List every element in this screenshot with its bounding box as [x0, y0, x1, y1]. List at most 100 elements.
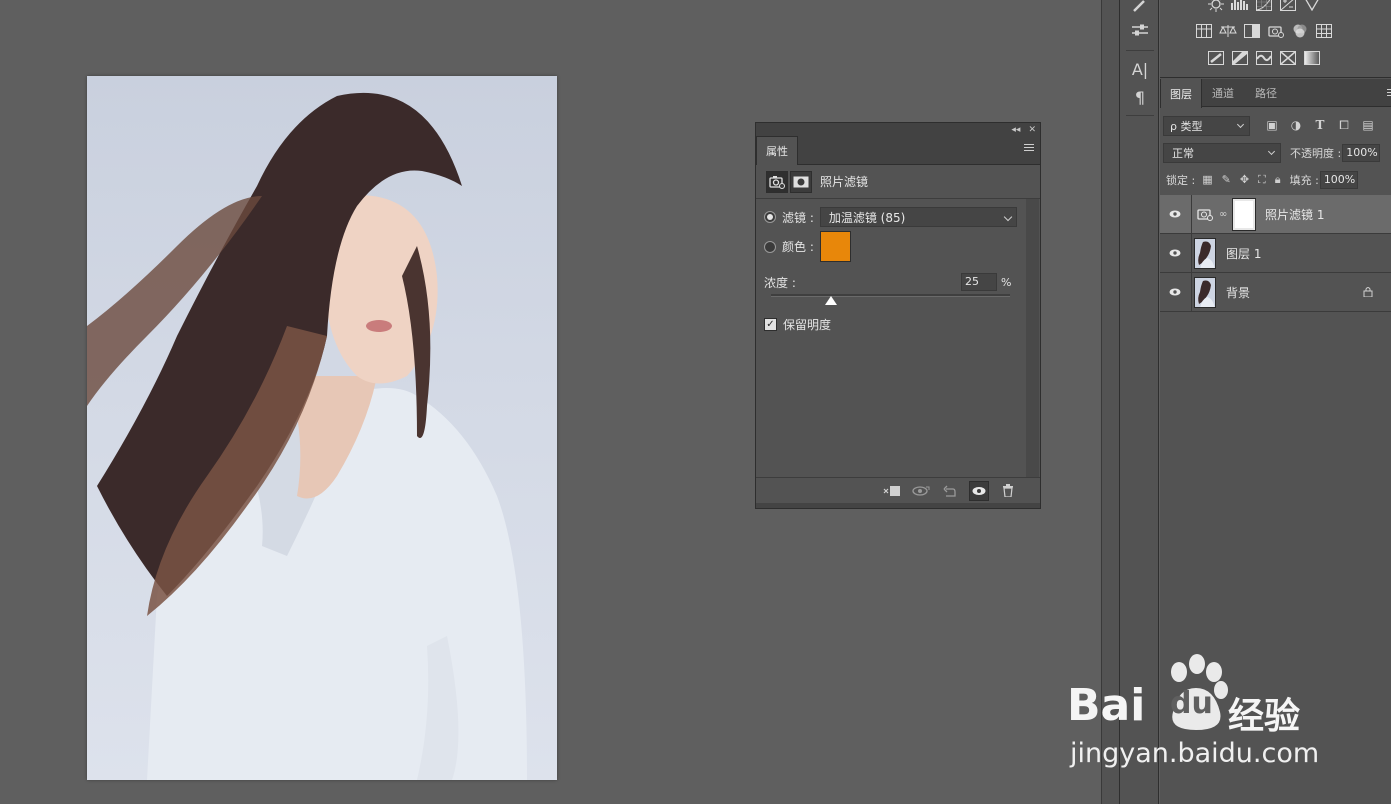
- lock-artboard-icon[interactable]: ⛶: [1258, 173, 1266, 187]
- fill-input[interactable]: 100%: [1319, 171, 1358, 189]
- layer-row-background[interactable]: 背景: [1160, 273, 1391, 312]
- layer-mask-thumbnail[interactable]: [1232, 197, 1256, 231]
- color-lookup-icon[interactable]: [1314, 21, 1334, 41]
- layer-row-layer-1[interactable]: 图层 1: [1160, 234, 1391, 273]
- layer-name[interactable]: 图层 1: [1226, 245, 1261, 262]
- tab-layers[interactable]: 图层: [1160, 79, 1202, 108]
- collapse-icon[interactable]: ◂◂: [1011, 125, 1020, 135]
- lock-transparent-icon[interactable]: ▦: [1202, 173, 1212, 187]
- layer-row-photo-filter[interactable]: ∞ 照片滤镜 1: [1160, 195, 1391, 234]
- properties-footer: [756, 477, 1040, 503]
- properties-scrollbar[interactable]: [1026, 199, 1039, 477]
- kind-filter-select[interactable]: ρ 类型: [1163, 115, 1250, 136]
- adjustments-row-2: [1194, 21, 1334, 41]
- adjustments-row-3: [1206, 48, 1322, 68]
- reset-icon[interactable]: [940, 481, 960, 501]
- tab-channels[interactable]: 通道: [1202, 79, 1244, 107]
- preserve-luminosity-checkbox[interactable]: ✓: [764, 318, 777, 331]
- lock-all-icon[interactable]: 🔒︎: [1275, 173, 1281, 187]
- preserve-luminosity-label: 保留明度: [783, 318, 832, 332]
- selective-color-icon[interactable]: [1278, 48, 1298, 68]
- properties-tabbar: 属性: [756, 136, 1040, 165]
- toggle-visibility-eye-icon[interactable]: [969, 480, 989, 501]
- lock-label: 锁定 :: [1166, 174, 1196, 187]
- layer-filter-row: ρ 类型 ▣ ◑ T ⧠ ▤: [1163, 115, 1388, 136]
- color-balance-icon[interactable]: [1218, 21, 1238, 41]
- color-swatch[interactable]: [819, 231, 851, 262]
- strip-divider: [1126, 115, 1154, 116]
- view-previous-state-icon[interactable]: [911, 481, 931, 501]
- adjustment-filter-icon[interactable]: ◑: [1288, 118, 1304, 133]
- opacity-input[interactable]: 100%: [1342, 144, 1381, 162]
- right-dock: 图层 通道 路径 ρ 类型 ▣ ◑ T ⧠ ▤ 正常 不透明度 : 100% 锁…: [1160, 0, 1391, 804]
- layer-thumbnail[interactable]: [1194, 276, 1216, 308]
- preserve-luminosity-row: ✓ 保留明度: [764, 316, 831, 333]
- vibrance-icon[interactable]: [1302, 0, 1322, 14]
- panel-menu-icon[interactable]: [1387, 89, 1391, 96]
- density-slider-thumb[interactable]: [824, 296, 837, 305]
- smart-object-filter-icon[interactable]: ▤: [1360, 118, 1376, 133]
- exposure-icon[interactable]: [1278, 0, 1298, 14]
- visibility-eye-icon[interactable]: [1160, 249, 1190, 257]
- lock-position-icon[interactable]: ✥: [1240, 173, 1249, 187]
- posterize-icon[interactable]: [1230, 48, 1250, 68]
- watermark-url: jingyan.baidu.com: [1070, 738, 1320, 769]
- density-slider-track[interactable]: [771, 294, 1010, 297]
- density-unit: %: [1001, 276, 1012, 289]
- density-input[interactable]: 25: [961, 273, 997, 291]
- invert-icon[interactable]: [1206, 48, 1226, 68]
- levels-icon[interactable]: [1230, 0, 1250, 14]
- layer-name[interactable]: 背景: [1226, 284, 1250, 301]
- opacity-label: 不透明度 :: [1290, 147, 1342, 160]
- blend-row: 正常 不透明度 : 100%: [1163, 142, 1391, 164]
- layers-tabbar: 图层 通道 路径: [1160, 79, 1391, 108]
- close-icon[interactable]: ✕: [1028, 125, 1036, 135]
- lock-image-icon[interactable]: ✎: [1222, 173, 1231, 187]
- layer-name[interactable]: 照片滤镜 1: [1265, 206, 1324, 223]
- pixel-filter-icon[interactable]: ▣: [1264, 118, 1280, 133]
- visibility-eye-icon[interactable]: [1160, 288, 1190, 296]
- paragraph-icon[interactable]: ¶: [1130, 87, 1150, 107]
- delete-trash-icon[interactable]: [998, 481, 1018, 501]
- filter-radio[interactable]: [764, 211, 776, 223]
- tab-paths[interactable]: 路径: [1244, 79, 1288, 107]
- photo-filter-layer-icon: [1195, 207, 1217, 221]
- chevron-down-icon: [1236, 120, 1245, 128]
- properties-panel-topbar: ◂◂ ✕: [756, 123, 1040, 136]
- tab-properties[interactable]: 属性: [756, 136, 798, 165]
- panel-resize-grip[interactable]: [756, 503, 1040, 508]
- layer-thumbnail[interactable]: [1194, 237, 1216, 269]
- filter-select[interactable]: 加温滤镜 (85): [819, 207, 1017, 227]
- adjustments-icon[interactable]: [1130, 20, 1150, 40]
- filter-row: 滤镜 : 加温滤镜 (85): [764, 207, 1017, 227]
- watermark-brand-du: du: [1170, 686, 1213, 721]
- clip-to-layer-icon[interactable]: [882, 481, 902, 501]
- type-filter-icon[interactable]: T: [1312, 118, 1328, 133]
- adjustments-row-1: [1206, 0, 1322, 14]
- blend-mode-select[interactable]: 正常: [1163, 143, 1281, 163]
- density-label: 浓度 :: [764, 276, 796, 290]
- portrait-illustration: [87, 92, 527, 780]
- black-white-icon[interactable]: [1242, 21, 1262, 41]
- photo-filter-adjustment-icon[interactable]: [766, 170, 788, 193]
- brush-settings-icon[interactable]: [1130, 0, 1150, 16]
- canvas-photo[interactable]: [87, 76, 557, 780]
- gradient-map-icon[interactable]: [1302, 48, 1322, 68]
- fill-label: 填充 :: [1289, 174, 1319, 187]
- visibility-eye-icon[interactable]: [1160, 210, 1190, 218]
- photo-filter-icon[interactable]: [1266, 21, 1286, 41]
- panel-menu-icon[interactable]: [1024, 144, 1034, 153]
- chevron-down-icon: [1267, 147, 1276, 156]
- shape-filter-icon[interactable]: ⧠: [1336, 118, 1352, 133]
- hue-saturation-icon[interactable]: [1194, 21, 1214, 41]
- kind-filter-value: ρ 类型: [1170, 119, 1203, 133]
- color-radio[interactable]: [764, 240, 776, 253]
- layer-mask-icon[interactable]: [790, 170, 812, 193]
- curves-icon[interactable]: [1254, 0, 1274, 14]
- channel-mixer-icon[interactable]: [1290, 21, 1310, 41]
- properties-panel: ◂◂ ✕ 属性 照片滤镜 滤镜 : 加温滤镜 (85) 颜色 : 浓度: 25…: [755, 122, 1041, 509]
- character-icon[interactable]: A|: [1130, 59, 1150, 79]
- brightness-icon[interactable]: [1206, 0, 1226, 14]
- threshold-icon[interactable]: [1254, 48, 1274, 68]
- mask-link-icon[interactable]: ∞: [1219, 209, 1229, 220]
